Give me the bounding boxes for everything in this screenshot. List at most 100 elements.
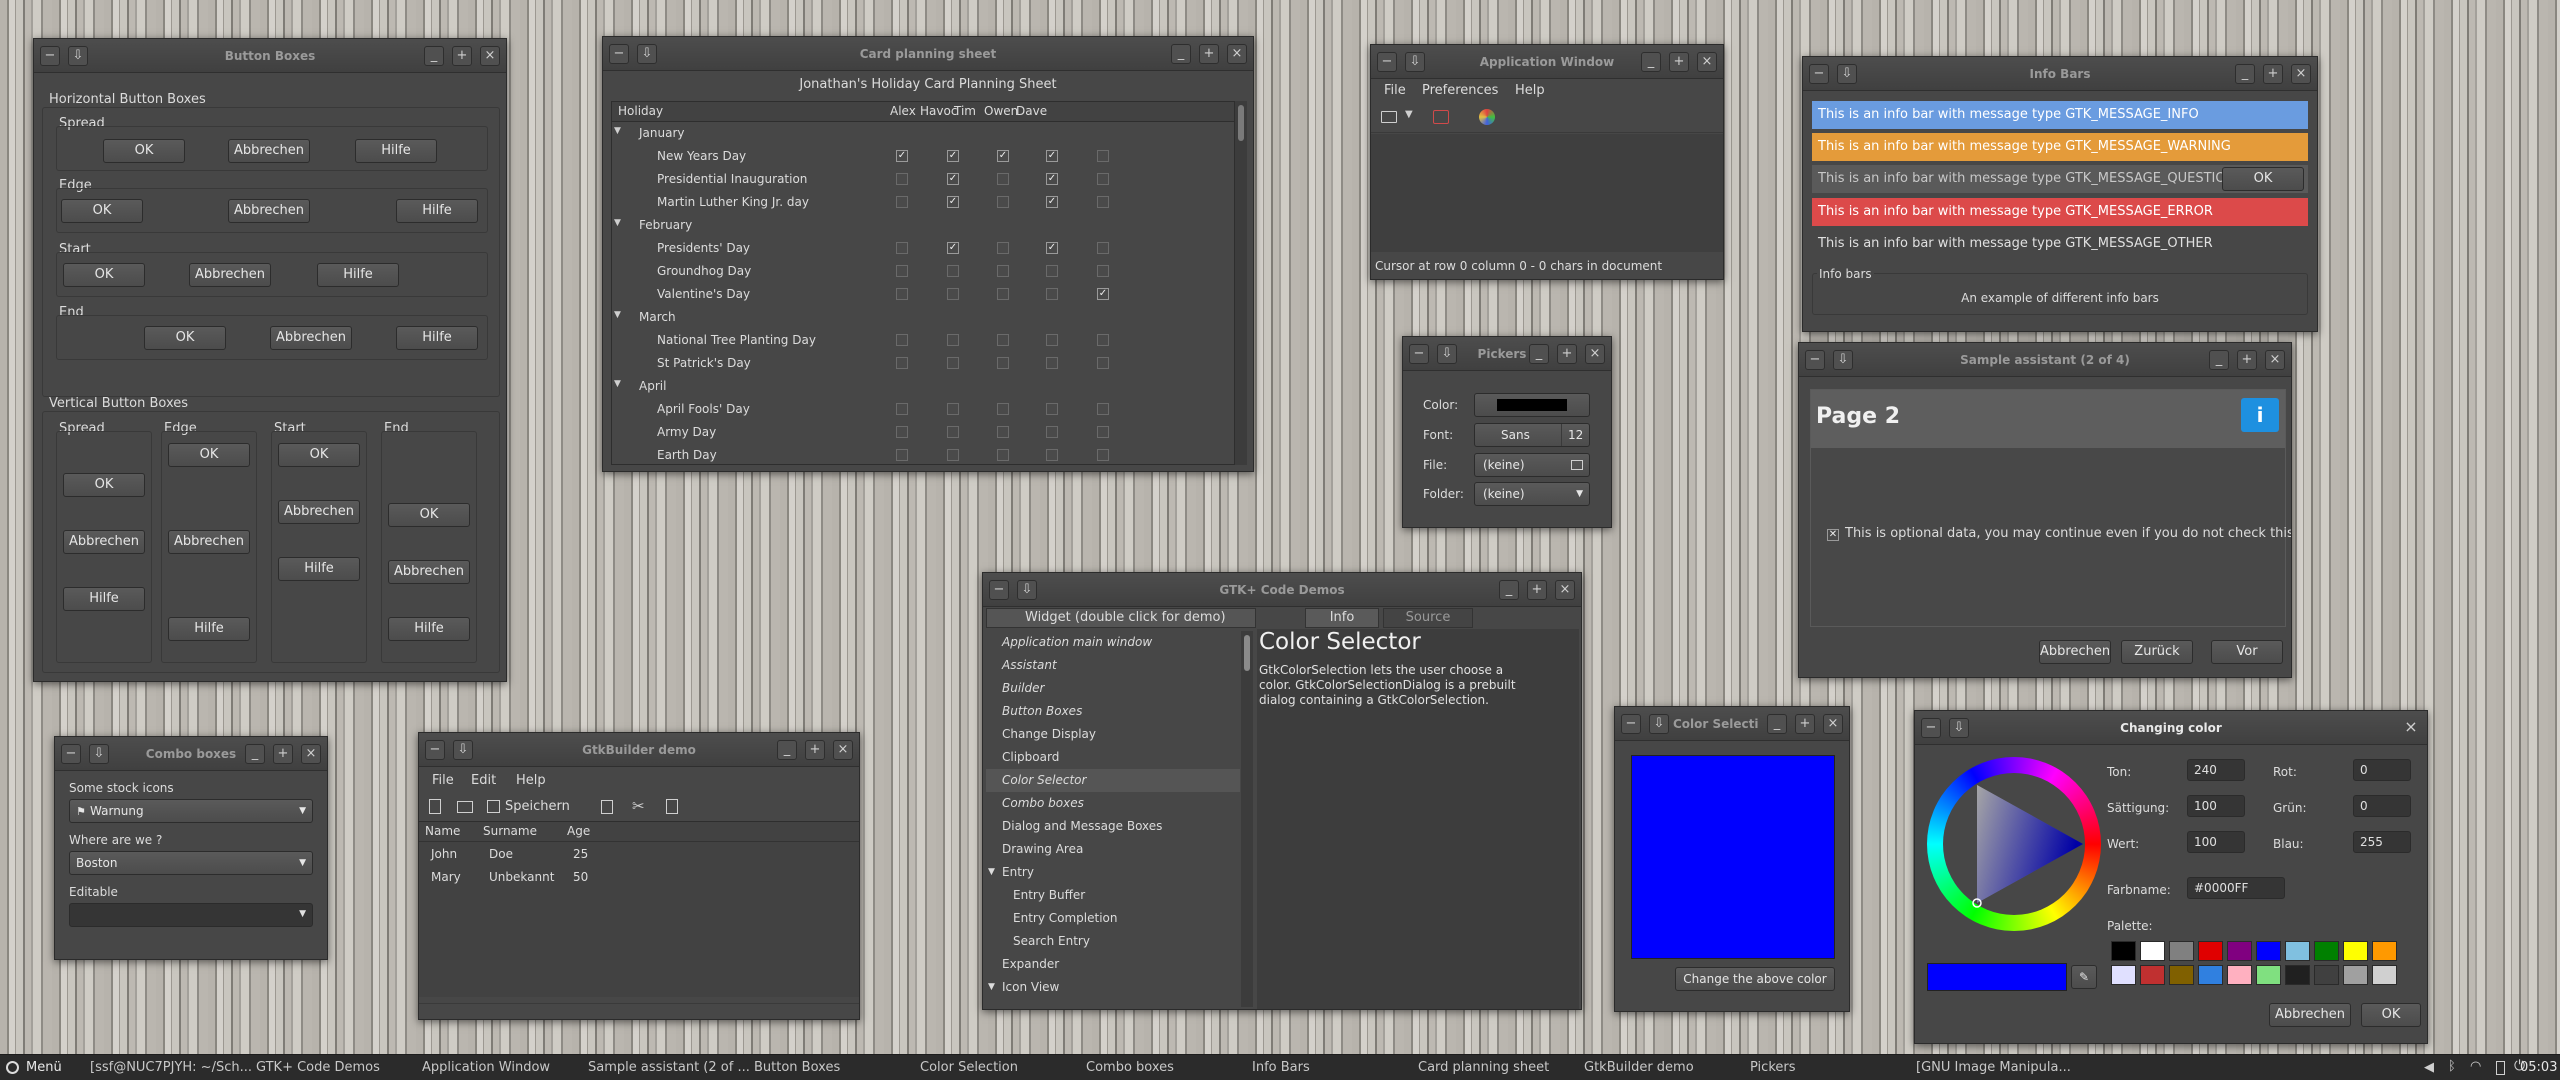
table-row[interactable]: National Tree Planting Day bbox=[612, 329, 1234, 352]
titlebar[interactable]: − ⇩ Sample assistant (2 of 4) _ + × bbox=[1799, 343, 2291, 377]
holiday-checkbox[interactable]: ✓ bbox=[997, 150, 1009, 162]
holiday-checkbox[interactable] bbox=[1097, 357, 1109, 369]
maximize-button[interactable]: + bbox=[273, 744, 293, 764]
palette-swatch[interactable] bbox=[2314, 941, 2339, 961]
menu-icon[interactable] bbox=[6, 1061, 19, 1074]
table-row[interactable]: St Patrick's Day bbox=[612, 352, 1234, 375]
palette-swatch[interactable] bbox=[2169, 941, 2194, 961]
hilfe-button[interactable]: Hilfe bbox=[168, 617, 250, 641]
holiday-checkbox[interactable] bbox=[1046, 288, 1058, 300]
taskbar-item[interactable]: GTK+ Code Demos bbox=[256, 1060, 380, 1075]
expander-icon[interactable]: ▼ bbox=[614, 126, 621, 136]
expander-icon[interactable]: ▼ bbox=[988, 976, 995, 999]
holiday-checkbox[interactable] bbox=[1097, 150, 1109, 162]
farbname-entry[interactable]: #0000FF bbox=[2187, 877, 2285, 899]
ok-button[interactable]: OK bbox=[61, 199, 143, 223]
close-button[interactable]: × bbox=[1227, 44, 1247, 64]
tree-group-row[interactable]: ▼ January bbox=[612, 122, 1234, 145]
holiday-checkbox[interactable]: ✓ bbox=[947, 150, 959, 162]
ok-button[interactable]: OK bbox=[103, 139, 185, 163]
demo-list-item[interactable]: Entry Completion bbox=[986, 907, 1240, 930]
holiday-checkbox[interactable] bbox=[997, 449, 1009, 461]
titlebar[interactable]: − ⇩ Application Window _ + × bbox=[1371, 45, 1723, 79]
change-color-button[interactable]: Change the above color bbox=[1675, 967, 1835, 991]
column-header[interactable]: Tim bbox=[954, 104, 976, 118]
close-button[interactable]: × bbox=[2265, 350, 2285, 370]
close-button[interactable]: × bbox=[2291, 64, 2311, 84]
palette-swatch[interactable] bbox=[2140, 941, 2165, 961]
palette-swatch[interactable] bbox=[2227, 965, 2252, 985]
minimize-button[interactable]: _ bbox=[2209, 350, 2229, 370]
titlebar[interactable]: − ⇩ Color Selecti _ + × bbox=[1615, 707, 1849, 741]
grun-spin[interactable]: 0 bbox=[2353, 795, 2411, 817]
palette-swatch[interactable] bbox=[2256, 965, 2281, 985]
minimize-button[interactable]: _ bbox=[1641, 52, 1661, 72]
holiday-checkbox[interactable] bbox=[896, 265, 908, 277]
quit-icon[interactable] bbox=[1433, 110, 1449, 124]
holiday-checkbox[interactable] bbox=[997, 265, 1009, 277]
holiday-checkbox[interactable] bbox=[1097, 173, 1109, 185]
holiday-checkbox[interactable] bbox=[997, 288, 1009, 300]
demo-list-item[interactable]: Button Boxes bbox=[986, 700, 1240, 723]
blau-spin[interactable]: 255 bbox=[2353, 831, 2411, 853]
titlebar[interactable]: − ⇩ Changing color × bbox=[1915, 711, 2427, 745]
menu-file[interactable]: File bbox=[432, 773, 454, 788]
column-header[interactable]: Age bbox=[567, 824, 590, 838]
holiday-checkbox[interactable]: ✓ bbox=[1046, 196, 1058, 208]
hilfe-button[interactable]: Hilfe bbox=[317, 263, 399, 287]
table-row[interactable]: Earth Day bbox=[612, 444, 1234, 464]
ok-button[interactable]: OK bbox=[388, 503, 470, 527]
demo-list-item[interactable]: Entry Buffer bbox=[986, 884, 1240, 907]
palette-swatch[interactable] bbox=[2372, 965, 2397, 985]
palette-swatch[interactable] bbox=[2111, 941, 2136, 961]
minimize-button[interactable]: _ bbox=[1499, 580, 1519, 600]
maximize-button[interactable]: + bbox=[1527, 580, 1547, 600]
maximize-button[interactable]: + bbox=[1795, 714, 1815, 734]
tree-group-row[interactable]: ▼ March bbox=[612, 306, 1234, 329]
holiday-checkbox[interactable] bbox=[947, 403, 959, 415]
palette-swatch[interactable] bbox=[2343, 941, 2368, 961]
holiday-checkbox[interactable]: ✓ bbox=[947, 196, 959, 208]
holiday-checkbox[interactable] bbox=[1046, 449, 1058, 461]
font-picker[interactable]: Sans 12 bbox=[1474, 423, 1590, 447]
bluetooth-icon[interactable]: ᛒ bbox=[2448, 1059, 2456, 1074]
pin-button[interactable]: ⇩ bbox=[1649, 714, 1669, 734]
rot-spin[interactable]: 0 bbox=[2353, 759, 2411, 781]
close-button[interactable]: × bbox=[1697, 52, 1717, 72]
color-picker[interactable] bbox=[1474, 393, 1590, 417]
holiday-checkbox[interactable] bbox=[1097, 403, 1109, 415]
wert-spin[interactable]: 100 bbox=[2187, 831, 2245, 853]
palette-swatch[interactable] bbox=[2227, 941, 2252, 961]
holiday-checkbox[interactable] bbox=[1097, 196, 1109, 208]
holiday-checkbox[interactable] bbox=[896, 288, 908, 300]
column-header[interactable]: Surname bbox=[483, 824, 537, 838]
demo-list-scrollbar[interactable] bbox=[1241, 631, 1253, 1007]
folder-picker[interactable]: (keine) ▼ bbox=[1474, 482, 1590, 506]
abbrechen-button[interactable]: Abbrechen bbox=[189, 263, 271, 287]
maximize-button[interactable]: + bbox=[2237, 350, 2257, 370]
optional-checkbox[interactable]: ✕ bbox=[1827, 529, 1839, 541]
where-combo[interactable]: Boston ▼ bbox=[69, 851, 313, 875]
abbrechen-button[interactable]: Abbrechen bbox=[388, 560, 470, 584]
holiday-checkbox[interactable]: ✓ bbox=[947, 242, 959, 254]
taskbar-item[interactable]: [GNU Image Manipula... bbox=[1916, 1060, 2071, 1075]
battery-icon[interactable] bbox=[2496, 1061, 2505, 1075]
expander-icon[interactable]: ▼ bbox=[988, 861, 995, 884]
holiday-checkbox[interactable] bbox=[1097, 426, 1109, 438]
titlebar[interactable]: − ⇩ Button Boxes _ + × bbox=[34, 39, 506, 73]
holiday-checkbox[interactable]: ✓ bbox=[1046, 150, 1058, 162]
hue-ring[interactable] bbox=[1927, 757, 2101, 931]
close-button[interactable]: × bbox=[2401, 718, 2421, 738]
abbrechen-button[interactable]: Abbrechen bbox=[2269, 1003, 2351, 1027]
abbrechen-button[interactable]: Abbrechen bbox=[228, 199, 310, 223]
palette-swatch[interactable] bbox=[2343, 965, 2368, 985]
hilfe-button[interactable]: Hilfe bbox=[355, 139, 437, 163]
demo-list-item[interactable]: Search Entry bbox=[986, 930, 1240, 953]
text-view[interactable] bbox=[1371, 134, 1723, 252]
close-button[interactable]: × bbox=[1585, 344, 1605, 364]
ok-button[interactable]: OK bbox=[63, 263, 145, 287]
demo-list-item[interactable]: Clipboard bbox=[986, 746, 1240, 769]
palette-swatch[interactable] bbox=[2140, 965, 2165, 985]
demo-list-item[interactable]: Expander bbox=[986, 953, 1240, 976]
abbrechen-button[interactable]: Abbrechen bbox=[168, 530, 250, 554]
